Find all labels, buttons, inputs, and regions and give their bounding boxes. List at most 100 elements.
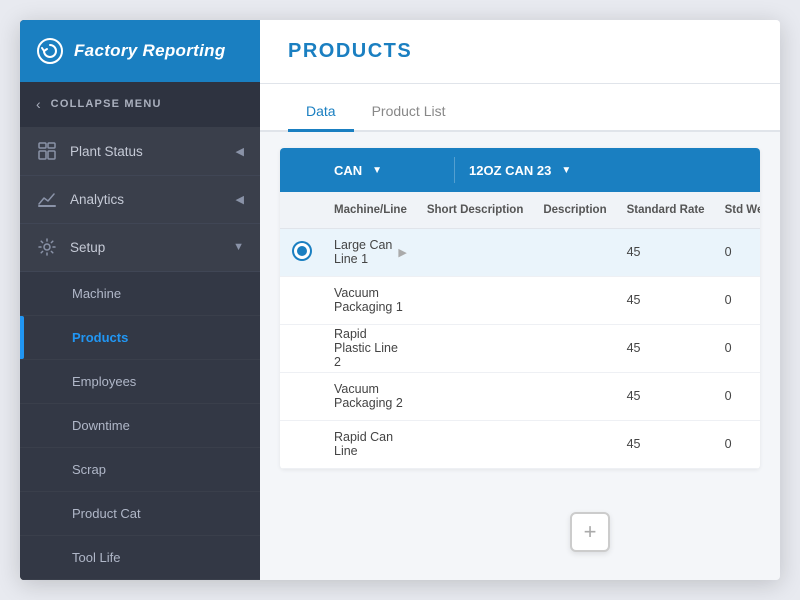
tab-product-list[interactable]: Product List: [354, 103, 464, 132]
tool-life-label: Tool Life: [72, 550, 120, 565]
filter-can23-arrow: ▼: [561, 165, 571, 176]
standard-rate-cell: 45: [617, 420, 715, 468]
analytics-label: Analytics: [70, 192, 124, 207]
grid-icon: [36, 142, 58, 160]
products-table: Machine/Line Short Description Descripti…: [280, 192, 760, 469]
chevron-left-icon: ‹: [36, 96, 41, 112]
col-short-desc: Short Description: [417, 192, 533, 228]
sidebar-item-analytics[interactable]: Analytics ◀: [20, 176, 260, 224]
table-row[interactable]: Rapid Can Line 450: [280, 420, 760, 468]
short-desc-cell: [417, 420, 533, 468]
machine-cell: Rapid Can Line: [324, 420, 417, 468]
machine-name: Rapid Plastic Line 2: [334, 327, 407, 369]
main-content: PRODUCTS Data Product List CAN ▼ 12OZ CA…: [260, 20, 780, 580]
logo-icon: [36, 37, 64, 65]
sidebar-item-downtime[interactable]: Downtime: [20, 404, 260, 448]
collapse-menu-button[interactable]: ‹ COLLAPSE MENU: [20, 82, 260, 128]
app-window: Factory Reporting ‹ COLLAPSE MENU Plant …: [20, 20, 780, 580]
col-std-wei: Std Wei: [715, 192, 760, 228]
sidebar: Factory Reporting ‹ COLLAPSE MENU Plant …: [20, 20, 260, 580]
short-desc-cell: [417, 324, 533, 372]
sidebar-item-employees[interactable]: Employees: [20, 360, 260, 404]
plant-status-label: Plant Status: [70, 144, 143, 159]
setup-sub-menu: Machine Products Employees Downtime Scra…: [20, 272, 260, 580]
std-wei-cell: 0: [715, 228, 760, 276]
std-wei-cell: 0: [715, 420, 760, 468]
col-radio: [280, 192, 324, 228]
radio-cell[interactable]: [280, 420, 324, 468]
product-cat-label: Product Cat: [72, 506, 141, 521]
page-title: PRODUCTS: [288, 40, 412, 63]
col-machine-line: Machine/Line: [324, 192, 417, 228]
table-row[interactable]: Large Can Line 1 ▶ 450: [280, 228, 760, 276]
std-wei-cell: 0: [715, 372, 760, 420]
app-title: Factory Reporting: [74, 41, 226, 61]
table-area: CAN ▼ 12OZ CAN 23 ▼ Machine/Line: [280, 148, 760, 469]
table-row[interactable]: Rapid Plastic Line 2450: [280, 324, 760, 372]
expand-arrow-icon[interactable]: ▶: [398, 246, 406, 259]
description-cell: [533, 420, 616, 468]
radio-cell[interactable]: [280, 372, 324, 420]
col-standard-rate: Standard Rate: [617, 192, 715, 228]
sidebar-header: Factory Reporting: [20, 20, 260, 82]
radio-cell[interactable]: [280, 324, 324, 372]
sidebar-item-tool-life[interactable]: Tool Life: [20, 536, 260, 580]
filter-can23-dropdown[interactable]: 12OZ CAN 23 ▼: [455, 148, 635, 192]
radio-cell[interactable]: [280, 276, 324, 324]
arrow-left-icon: ◀: [236, 145, 244, 158]
downtime-label: Downtime: [72, 418, 130, 433]
tab-data[interactable]: Data: [288, 103, 354, 132]
sidebar-item-setup[interactable]: Setup ▼: [20, 224, 260, 272]
sidebar-item-products[interactable]: Products: [20, 316, 260, 360]
description-cell: [533, 276, 616, 324]
machine-cell: Vacuum Packaging 1: [324, 276, 417, 324]
table-header-row: Machine/Line Short Description Descripti…: [280, 192, 760, 228]
sidebar-item-plant-status[interactable]: Plant Status ◀: [20, 128, 260, 176]
table-row[interactable]: Vacuum Packaging 2 450: [280, 372, 760, 420]
add-button[interactable]: +: [570, 512, 610, 552]
content-wrapper: CAN ▼ 12OZ CAN 23 ▼ Machine/Line: [260, 132, 780, 580]
standard-rate-cell: 45: [617, 228, 715, 276]
radio-selected-icon: [294, 243, 310, 259]
table-row[interactable]: Vacuum Packaging 1 450: [280, 276, 760, 324]
std-wei-cell: 0: [715, 276, 760, 324]
col-description: Description: [533, 192, 616, 228]
filter-can-dropdown[interactable]: CAN ▼: [324, 148, 454, 192]
machine-cell: Large Can Line 1 ▶: [324, 228, 417, 276]
sidebar-item-machine[interactable]: Machine: [20, 272, 260, 316]
short-desc-cell: [417, 276, 533, 324]
employees-label: Employees: [72, 374, 136, 389]
machine-name: Rapid Can Line: [334, 430, 407, 458]
description-cell: [533, 372, 616, 420]
std-wei-cell: 0: [715, 324, 760, 372]
machine-cell: Rapid Plastic Line 2: [324, 324, 417, 372]
settings-icon: [36, 238, 58, 256]
radio-cell[interactable]: [280, 228, 324, 276]
short-desc-cell: [417, 228, 533, 276]
arrow-down-icon: ▼: [233, 241, 244, 253]
short-desc-cell: [417, 372, 533, 420]
sidebar-item-product-cat[interactable]: Product Cat: [20, 492, 260, 536]
arrow-left-icon-analytics: ◀: [236, 193, 244, 206]
setup-label: Setup: [70, 240, 105, 255]
machine-cell: Vacuum Packaging 2: [324, 372, 417, 420]
plus-icon: +: [584, 519, 597, 545]
products-label: Products: [72, 330, 128, 345]
filter-can-arrow: ▼: [372, 165, 382, 176]
main-header: PRODUCTS: [260, 20, 780, 84]
filter-row: CAN ▼ 12OZ CAN 23 ▼: [280, 148, 760, 192]
machine-name: Large Can Line 1: [334, 238, 392, 266]
filter-can23-label: 12OZ CAN 23: [469, 163, 551, 178]
machine-label: Machine: [72, 286, 121, 301]
description-cell: [533, 324, 616, 372]
sidebar-item-scrap[interactable]: Scrap: [20, 448, 260, 492]
filter-can-label: CAN: [334, 163, 362, 178]
standard-rate-cell: 45: [617, 372, 715, 420]
tabs-bar: Data Product List: [260, 84, 780, 132]
description-cell: [533, 228, 616, 276]
scrap-label: Scrap: [72, 462, 106, 477]
standard-rate-cell: 45: [617, 276, 715, 324]
machine-name: Vacuum Packaging 2: [334, 382, 407, 410]
machine-name: Vacuum Packaging 1: [334, 286, 407, 314]
collapse-label: COLLAPSE MENU: [51, 98, 162, 110]
